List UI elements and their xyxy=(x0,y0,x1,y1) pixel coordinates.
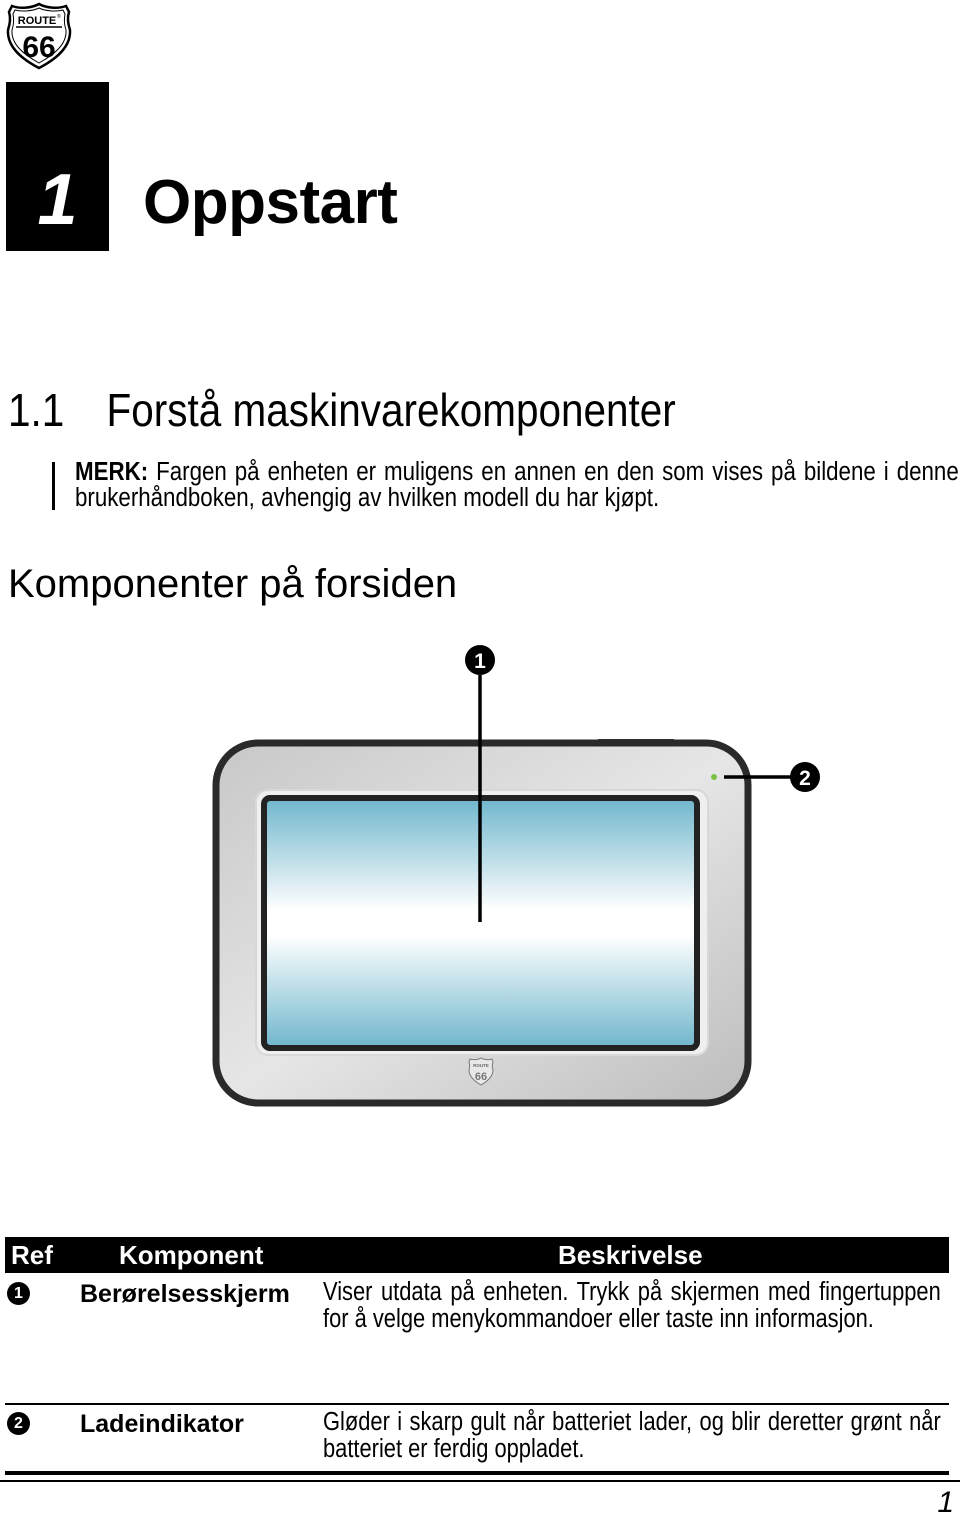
ref-badge: 2 xyxy=(7,1412,30,1435)
table-row: 1 Berørelsesskjerm Viser utdata på enhet… xyxy=(5,1273,949,1405)
row-description: Viser utdata på enheten. Trykk på skjerm… xyxy=(323,1278,941,1333)
chapter-number-block: 1 xyxy=(6,82,109,251)
header-component: Komponent xyxy=(119,1240,264,1270)
ref-badge: 1 xyxy=(7,1282,30,1305)
row-ref: 1 xyxy=(7,1279,30,1309)
section-title: Forstå maskinvarekomponenter xyxy=(106,384,676,436)
callout-2-number: 2 xyxy=(799,767,811,790)
callout-1-number: 1 xyxy=(474,650,486,673)
row-description: Gløder i skarp gult når batteriet lader,… xyxy=(323,1408,941,1463)
svg-text:66: 66 xyxy=(475,1071,487,1083)
logo-route-text: ROUTE xyxy=(18,15,57,27)
row-component: Ladeindikator xyxy=(80,1410,244,1438)
subheading: Komponenter på forsiden xyxy=(8,562,458,606)
svg-text:ROUTE: ROUTE xyxy=(473,1063,489,1068)
note: MERK: Fargen på enheten er muligens en a… xyxy=(75,459,959,511)
footer-rule xyxy=(0,1480,960,1482)
section-heading: 1.1 Forstå maskinvarekomponenter xyxy=(8,384,676,436)
route-66-logo-icon: ROUTE ® 66 xyxy=(6,2,72,70)
row-ref: 2 xyxy=(7,1409,30,1439)
device-front-figure: ROUTE 66 1 2 xyxy=(212,645,820,1107)
logo-number-text: 66 xyxy=(22,31,55,64)
logo-registered-mark: ® xyxy=(57,13,61,20)
section-number: 1.1 xyxy=(8,384,65,436)
chapter-title: Oppstart xyxy=(143,168,398,237)
note-change-bar xyxy=(52,462,55,510)
header-ref: Ref xyxy=(11,1240,53,1270)
row-component: Berørelsesskjerm xyxy=(80,1280,290,1308)
note-text: Fargen på enheten er muligens en annen e… xyxy=(75,458,959,512)
charge-indicator-led xyxy=(711,774,717,780)
header-description: Beskrivelse xyxy=(558,1240,703,1270)
page-number: 1 xyxy=(937,1486,954,1519)
chapter-number: 1 xyxy=(37,160,78,240)
table-row: 2 Ladeindikator Gløder i skarp gult når … xyxy=(5,1405,949,1475)
callout-1-badge: 1 xyxy=(465,645,495,675)
callout-2-badge: 2 xyxy=(790,762,820,792)
table-header: Ref Komponent Beskrivelse xyxy=(5,1237,949,1273)
components-table: Ref Komponent Beskrivelse 1 Berørelsessk… xyxy=(5,1237,949,1475)
note-label: MERK: xyxy=(75,458,149,486)
